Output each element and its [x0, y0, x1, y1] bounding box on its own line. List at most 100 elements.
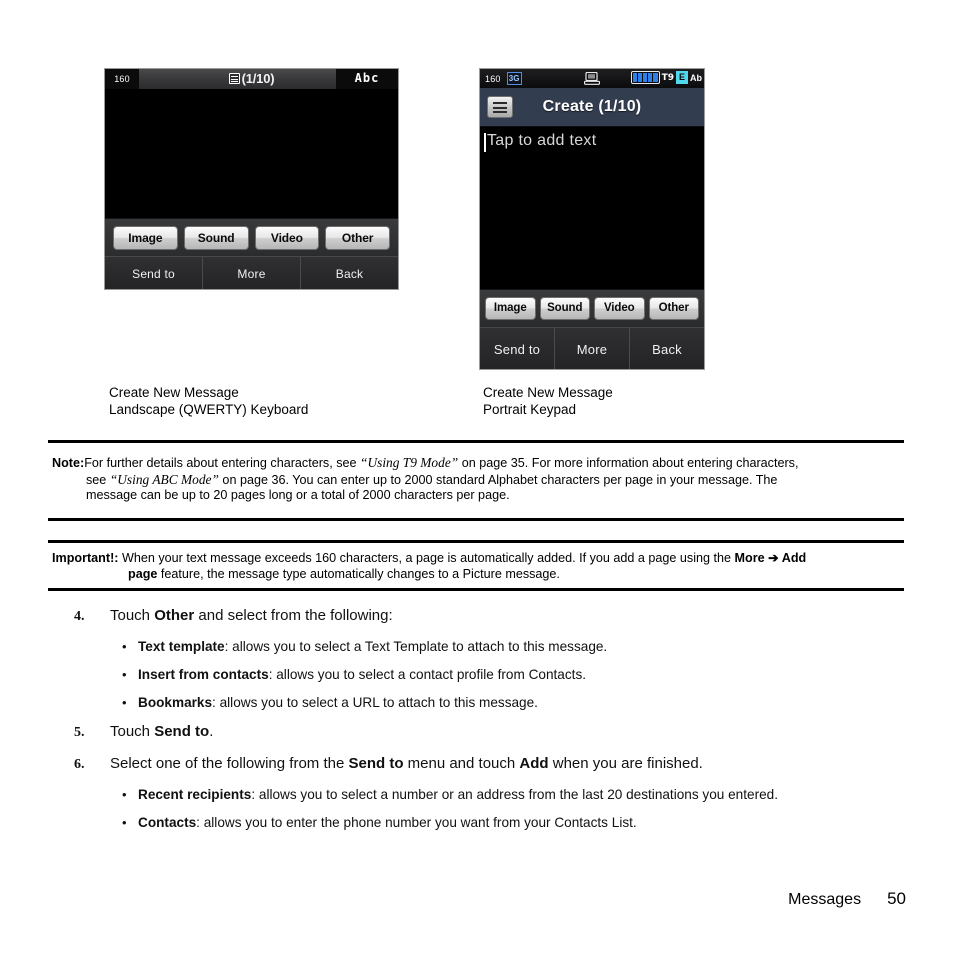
landscape-attachment-bar: Image Sound Video Other [105, 218, 398, 256]
step-6-bold-add: Add [519, 755, 549, 772]
step-5-bold: Send to [154, 723, 210, 740]
important-label: Important!: [52, 551, 119, 565]
page-footer: Messages 50 [788, 889, 906, 909]
step-5-number: 5. [74, 725, 85, 740]
landscape-title-text: (1/10) [241, 71, 275, 86]
step-6-text-b: when you are finished. [548, 755, 703, 772]
note-block: Note:For further details about entering … [52, 455, 902, 504]
device-screenshot-portrait: 160 3G T9 E Ab Create (1/10) Tap to add … [479, 68, 705, 370]
network-3g-icon: 3G [506, 72, 522, 85]
bullet-term: Text template [138, 639, 225, 654]
attach-button-video[interactable]: Video [254, 225, 320, 250]
softkey-send-to[interactable]: Send to [480, 328, 554, 369]
bullet-dot-icon: • [122, 695, 127, 710]
bullet-dot-icon: • [122, 787, 127, 802]
attach-button-image[interactable]: Image [113, 225, 178, 250]
step-5: 5. Touch Send to. [0, 722, 954, 741]
step-6-bullets: • Recent recipients: allows you to select… [0, 786, 954, 831]
caption-portrait-line1: Create New Message [483, 385, 613, 400]
bullet-term: Insert from contacts [138, 667, 269, 682]
step-6: 6. Select one of the following from the S… [0, 754, 954, 773]
note-line2-a: see [86, 472, 110, 487]
softkey-send-to[interactable]: Send to [105, 257, 202, 289]
step-4-text-b: and select from the following: [194, 607, 393, 624]
input-mode-badge: Ab [690, 72, 702, 83]
caption-landscape: Create New Message Landscape (QWERTY) Ke… [109, 384, 308, 418]
arrow-glyph: ➔ [764, 551, 782, 565]
input-mode-badge[interactable]: Abc [348, 71, 386, 86]
note-rule-top [48, 440, 904, 443]
portrait-message-body[interactable]: Tap to add text [480, 127, 704, 289]
caption-landscape-line1: Create New Message [109, 385, 239, 400]
bullet-dot-icon: • [122, 639, 127, 654]
list-item: • Bookmarks: allows you to select a URL t… [0, 694, 954, 711]
menu-list-icon[interactable] [487, 96, 513, 118]
note-line2-italic: “Using ABC Mode” [109, 471, 219, 487]
step-4-number: 4. [74, 609, 85, 624]
list-item: • Text template: allows you to select a T… [0, 638, 954, 655]
bullet-term: Recent recipients [138, 787, 252, 802]
attach-button-other[interactable]: Other [325, 225, 390, 250]
note-line2-b: on page 36. You can enter up to 2000 sta… [218, 472, 778, 487]
list-item: • Insert from contacts: allows you to sel… [0, 666, 954, 683]
device-screenshot-landscape: 160 (1/10) Abc Image Sound Video Other S… [104, 68, 399, 290]
note-line1-italic: “Using T9 Mode” [360, 455, 459, 470]
landscape-message-canvas[interactable] [105, 90, 398, 218]
caption-portrait: Create New Message Portrait Keypad [483, 384, 613, 418]
landscape-softkey-bar: Send to More Back [105, 256, 398, 289]
attach-button-other[interactable]: Other [648, 297, 699, 320]
important-line-2: page feature, the message type automatic… [52, 567, 902, 583]
caption-landscape-line2: Landscape (QWERTY) Keyboard [109, 402, 309, 417]
list-item: • Contacts: allows you to enter the phone… [0, 814, 954, 831]
portrait-attachment-bar: Image Sound Video Other [480, 289, 704, 327]
step-6-text-a: Select one of the following from the [110, 755, 349, 772]
step-4: 4. Touch Other and select from the follow… [0, 606, 954, 625]
edge-badge: E [676, 71, 688, 84]
attach-button-video[interactable]: Video [594, 297, 645, 320]
softkey-back[interactable]: Back [629, 328, 704, 369]
bullet-desc: : allows you to enter the phone number y… [196, 815, 637, 830]
note-line1-a: For further details about entering chara… [84, 456, 360, 470]
attach-button-sound[interactable]: Sound [539, 297, 590, 320]
char-count-badge: 160 [485, 73, 501, 84]
portrait-title-bar: Create (1/10) [480, 88, 704, 127]
pc-sync-icon [583, 71, 601, 85]
procedure-steps: 4. Touch Other and select from the follow… [0, 606, 954, 842]
important-bold-more: More [734, 551, 765, 565]
important-line2-rest: feature, the message type automatically … [157, 566, 560, 581]
important-rule-bottom [48, 588, 904, 591]
step-6-number: 6. [74, 757, 85, 772]
text-caret [484, 133, 486, 152]
step-4-text-a: Touch [110, 607, 155, 624]
step-6-bold-sendto: Send to [348, 755, 404, 772]
landscape-status-bar: 160 (1/10) Abc [105, 69, 398, 90]
step-5-text-a: Touch [110, 723, 155, 740]
caption-portrait-line2: Portrait Keypad [483, 402, 577, 417]
portrait-softkey-bar: Send to More Back [480, 327, 704, 369]
important-rule-top [48, 540, 904, 543]
bullet-desc: : allows you to select a contact profile… [268, 667, 587, 682]
bullet-dot-icon: • [122, 667, 127, 682]
portrait-status-right: T9 E Ab [630, 71, 702, 84]
softkey-more[interactable]: More [202, 257, 300, 289]
note-line-3: message can be up to 20 pages long or a … [86, 488, 510, 502]
figures-region: 160 (1/10) Abc Image Sound Video Other S… [0, 0, 954, 430]
important-block: Important!: When your text message excee… [52, 551, 902, 582]
footer-section-title: Messages [788, 891, 862, 908]
softkey-back[interactable]: Back [300, 257, 398, 289]
important-bold-page: page [128, 566, 158, 581]
note-line-2: see “Using ABC Mode” on page 36. You can… [52, 472, 902, 489]
portrait-status-bar: 160 3G T9 E Ab [480, 69, 704, 88]
important-bold-add: Add [781, 551, 807, 565]
body-placeholder: Tap to add text [487, 132, 597, 149]
note-label: Note: [52, 456, 85, 470]
step-5-text-b: . [209, 723, 214, 740]
bullet-desc: : allows you to select a number or an ad… [251, 787, 778, 802]
attach-button-image[interactable]: Image [485, 297, 536, 320]
bullet-term: Bookmarks [138, 695, 213, 710]
softkey-more[interactable]: More [554, 328, 629, 369]
important-line-1: Important!: When your text message excee… [52, 551, 902, 567]
list-item: • Recent recipients: allows you to select… [0, 786, 954, 803]
input-mode-region[interactable]: Abc [336, 69, 398, 89]
attach-button-sound[interactable]: Sound [183, 225, 249, 250]
